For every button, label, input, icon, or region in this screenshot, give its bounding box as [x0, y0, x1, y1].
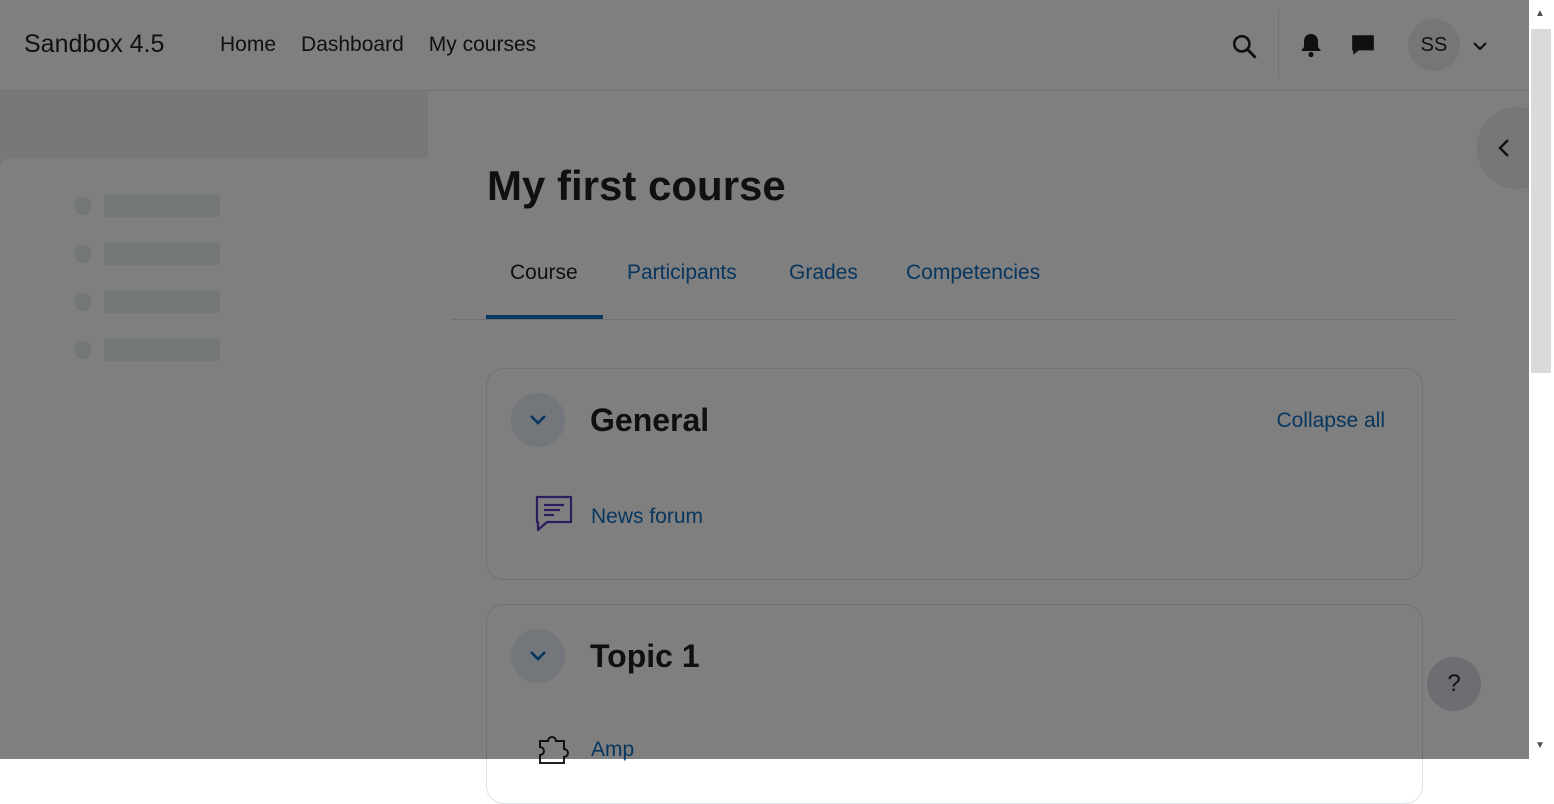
activity-name[interactable]: News forum	[591, 505, 703, 529]
course-section-topic-1: Topic 1 Amp	[486, 604, 1423, 804]
course-tabs: Course Participants Grades Competencies	[452, 240, 1456, 320]
section-title[interactable]: Topic 1	[590, 638, 700, 675]
scroll-down-arrow-icon[interactable]: ▼	[1535, 740, 1545, 751]
scroll-up-arrow-icon[interactable]: ▲	[1535, 8, 1545, 19]
nav-dashboard-link[interactable]: Dashboard	[301, 33, 404, 57]
course-section-general: General Collapse all News forum	[486, 368, 1423, 580]
search-icon[interactable]	[1228, 30, 1260, 62]
section-collapse-button[interactable]	[511, 393, 565, 447]
navbar-divider	[1278, 10, 1279, 78]
collapse-all-link[interactable]: Collapse all	[1276, 409, 1385, 433]
message-icon[interactable]	[1349, 31, 1377, 59]
activity-amp[interactable]: Amp	[534, 729, 634, 771]
puzzle-icon	[534, 729, 574, 771]
course-index-placeholder-row	[74, 291, 220, 313]
course-index-placeholder-row	[74, 339, 220, 361]
primary-navigation: Home Dashboard My courses	[220, 33, 536, 57]
nav-home-link[interactable]: Home	[220, 33, 276, 57]
course-index-placeholder-row	[74, 243, 220, 265]
bell-icon[interactable]	[1297, 31, 1325, 59]
tab-grades[interactable]: Grades	[789, 261, 858, 285]
help-button[interactable]: ?	[1427, 657, 1481, 711]
chevron-down-icon	[530, 651, 546, 661]
section-collapse-button[interactable]	[511, 629, 565, 683]
tab-course[interactable]: Course	[510, 261, 578, 285]
top-navbar: Sandbox 4.5 Home Dashboard My courses SS	[0, 0, 1529, 91]
section-title[interactable]: General	[590, 402, 709, 439]
course-index-panel	[0, 158, 443, 778]
tab-participants[interactable]: Participants	[627, 261, 737, 285]
active-tab-indicator	[486, 315, 603, 319]
nav-my-courses-link[interactable]: My courses	[429, 33, 536, 57]
scrollbar-thumb[interactable]	[1531, 29, 1551, 373]
site-brand[interactable]: Sandbox 4.5	[24, 30, 164, 59]
chevron-down-icon	[530, 415, 546, 425]
forum-icon	[534, 494, 574, 540]
activity-name[interactable]: Amp	[591, 738, 634, 762]
activity-news-forum[interactable]: News forum	[534, 494, 703, 540]
user-avatar[interactable]: SS	[1408, 19, 1460, 71]
tab-competencies[interactable]: Competencies	[906, 261, 1040, 285]
chevron-left-icon	[1498, 139, 1509, 157]
course-index-placeholder-row	[74, 195, 220, 217]
page-title: My first course	[487, 162, 786, 209]
chevron-down-icon[interactable]	[1470, 36, 1490, 56]
